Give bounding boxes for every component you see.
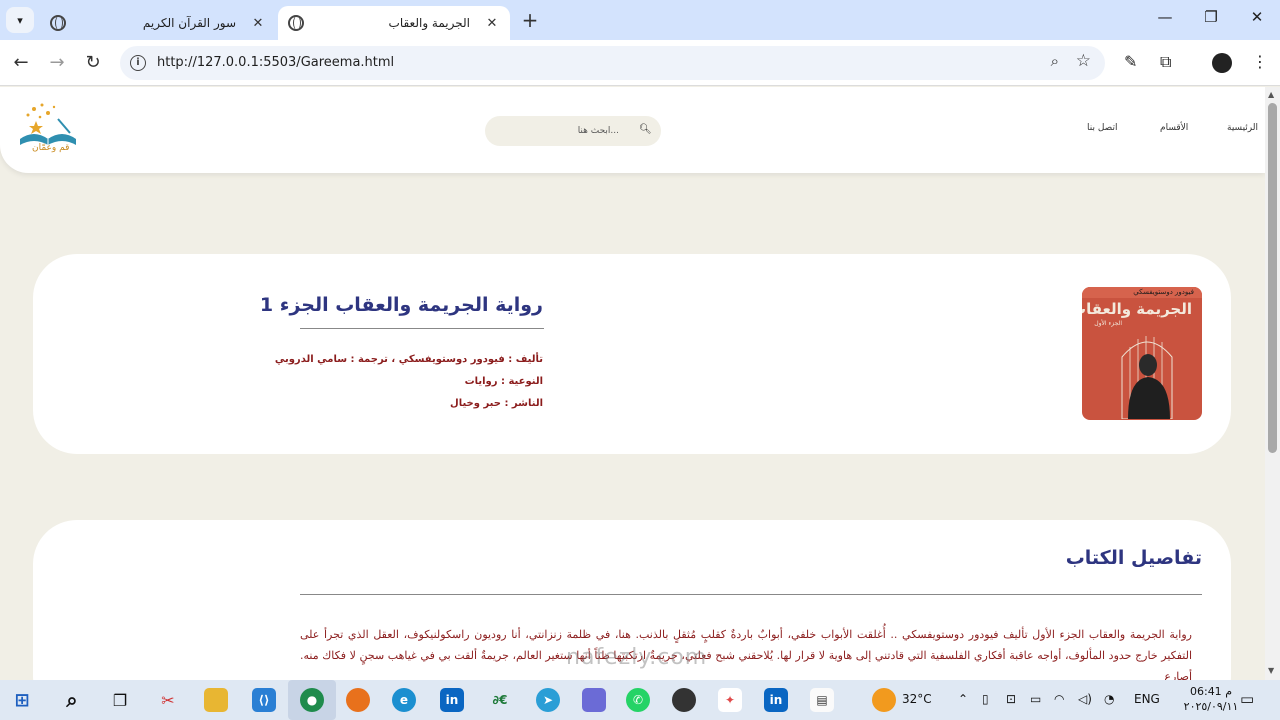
close-icon[interactable]: ✕ bbox=[250, 16, 266, 31]
reload-button[interactable]: ↻ bbox=[80, 50, 106, 76]
logo-text: قم وعمّان bbox=[32, 143, 70, 153]
details-divider bbox=[300, 594, 1202, 595]
tab-strip: ▾ سور القرآن الكريم ✕ الجريمة والعقاب ✕ … bbox=[0, 0, 1280, 40]
globe-icon bbox=[50, 15, 66, 31]
tab-quran[interactable]: سور القرآن الكريم ✕ bbox=[40, 6, 276, 40]
details-heading: تفاصيل الكتاب bbox=[1065, 547, 1202, 569]
linkedin-icon[interactable]: in bbox=[440, 688, 464, 712]
tab-title: سور القرآن الكريم bbox=[142, 16, 236, 30]
book-publisher-line: الناشر : حبر وخيال bbox=[450, 398, 543, 409]
profile-avatar[interactable] bbox=[1212, 53, 1232, 73]
back-button[interactable]: ← bbox=[8, 50, 34, 76]
windows-start-icon[interactable]: ⊞ bbox=[10, 688, 34, 712]
nav-sections-link[interactable]: الأقسام bbox=[1160, 123, 1188, 133]
weather-temp[interactable]: 32°C bbox=[902, 692, 932, 706]
telegram-icon[interactable]: ➤ bbox=[536, 688, 560, 712]
chrome-icon[interactable]: ● bbox=[300, 688, 324, 712]
tab-search-button[interactable]: ▾ bbox=[6, 7, 34, 33]
site-search: 🔍︎ bbox=[485, 116, 661, 146]
chevron-down-icon: ▾ bbox=[17, 13, 23, 27]
book-cover-image: فيودور دوستويفسكي الجريمة والعقاب الجزء … bbox=[1082, 287, 1202, 420]
address-bar[interactable]: i http://127.0.0.1:5503/Gareema.html ⌕ ☆ bbox=[120, 46, 1105, 80]
book-title: رواية الجريمة والعقاب الجزء 1 bbox=[259, 294, 543, 316]
network-icon[interactable]: ⊡ bbox=[1006, 692, 1016, 706]
extensions-icon[interactable]: ⧉ bbox=[1160, 52, 1171, 72]
notifications-icon[interactable]: ▭ bbox=[1240, 690, 1254, 708]
cover-subtitle: الجزء الأول bbox=[1094, 320, 1122, 327]
edge-icon[interactable]: e bbox=[392, 688, 416, 712]
app-icon[interactable]: ✂ bbox=[156, 688, 180, 712]
zoom-icon[interactable]: ⌕ bbox=[1051, 52, 1059, 70]
scroll-up-icon[interactable]: ▲ bbox=[1268, 90, 1274, 99]
page-scrollbar[interactable]: ▲ ▼ bbox=[1265, 87, 1280, 680]
app-icon[interactable]: ✦ bbox=[718, 688, 742, 712]
scroll-down-icon[interactable]: ▼ bbox=[1268, 666, 1274, 675]
close-window-button[interactable]: ✕ bbox=[1234, 8, 1280, 26]
device-icon[interactable]: ▯ bbox=[982, 692, 989, 706]
search-icon[interactable]: ⌕ bbox=[60, 688, 84, 712]
whatsapp-icon[interactable]: ✆ bbox=[626, 688, 650, 712]
info-icon[interactable]: i bbox=[130, 55, 146, 71]
site-header: قم وعمّان 🔍︎ الرئيسية الأقسام اتصل بنا bbox=[0, 87, 1265, 173]
language-indicator[interactable]: ENG bbox=[1134, 692, 1160, 706]
clock-date: ٢٠٢٥/٠٩/١١ bbox=[1183, 700, 1239, 713]
tab-gareema[interactable]: الجريمة والعقاب ✕ bbox=[278, 6, 510, 40]
search-icon[interactable]: 🔍︎ bbox=[639, 124, 652, 135]
app-icon[interactable] bbox=[672, 688, 696, 712]
tab-title: الجريمة والعقاب bbox=[388, 16, 470, 30]
browser-toolbar: ← → ↻ i http://127.0.0.1:5503/Gareema.ht… bbox=[0, 40, 1280, 86]
bookmark-star-icon[interactable]: ☆ bbox=[1076, 51, 1091, 71]
minimize-button[interactable]: — bbox=[1142, 8, 1188, 26]
app-icon[interactable]: ∂€ bbox=[488, 688, 512, 712]
show-hidden-icons-icon[interactable]: ⌃ bbox=[958, 692, 968, 706]
task-view-icon[interactable]: ❐ bbox=[108, 688, 132, 712]
vscode-icon[interactable]: ⟨⟩ bbox=[252, 688, 276, 712]
forward-button[interactable]: → bbox=[44, 50, 70, 76]
new-tab-button[interactable]: + bbox=[518, 10, 542, 32]
watermark-text: nafezly.com bbox=[566, 645, 708, 670]
restore-button[interactable]: ❐ bbox=[1188, 8, 1234, 26]
windows-taskbar: ⊞ ⌕ ❐ ✂ ⟨⟩ ● e in ∂€ ➤ ✆ ✦ in ▤ 32°C ⌃ ▯… bbox=[0, 680, 1280, 720]
close-icon[interactable]: ✕ bbox=[484, 16, 500, 31]
cover-title: الجريمة والعقاب bbox=[1082, 300, 1192, 318]
linkedin-icon[interactable]: in bbox=[764, 688, 788, 712]
nav-contact-link[interactable]: اتصل بنا bbox=[1087, 123, 1117, 133]
page-viewport: قم وعمّان 🔍︎ الرئيسية الأقسام اتصل بنا ف… bbox=[0, 87, 1265, 680]
nav-home-link[interactable]: الرئيسية bbox=[1227, 123, 1258, 133]
book-author-line: تأليف : فيودور دوستويفسكي ، ترجمة : سامي… bbox=[274, 354, 543, 365]
file-explorer-icon[interactable] bbox=[204, 688, 228, 712]
url-text[interactable]: http://127.0.0.1:5503/Gareema.html bbox=[157, 55, 394, 70]
clock-time: 06:41 م bbox=[1189, 685, 1232, 698]
menu-dots-icon[interactable]: ⋮ bbox=[1252, 52, 1268, 71]
pen-icon[interactable]: ✎ bbox=[1124, 52, 1137, 71]
app-tray-icon[interactable]: ◔ bbox=[1104, 692, 1114, 706]
battery-icon[interactable]: ▭ bbox=[1030, 692, 1041, 706]
scrollbar-thumb[interactable] bbox=[1268, 103, 1277, 453]
book-info-card: فيودور دوستويفسكي الجريمة والعقاب الجزء … bbox=[33, 254, 1231, 454]
details-paragraph: رواية الجريمة والعقاب الجزء الأول تأليف … bbox=[300, 628, 1192, 680]
volume-icon[interactable]: ◁) bbox=[1078, 692, 1092, 706]
firefox-icon[interactable] bbox=[346, 688, 370, 712]
weather-sun-icon[interactable] bbox=[872, 688, 896, 712]
app-icon[interactable] bbox=[582, 688, 606, 712]
cover-figure-illustration bbox=[1121, 336, 1173, 419]
globe-icon bbox=[288, 15, 304, 31]
document-icon[interactable]: ▤ bbox=[810, 688, 834, 712]
book-genre-line: النوعية : روايات bbox=[464, 376, 543, 387]
title-divider bbox=[300, 328, 544, 329]
search-input[interactable] bbox=[499, 123, 619, 139]
wifi-icon[interactable]: ◠ bbox=[1054, 692, 1064, 706]
clock[interactable]: 06:41 م ٢٠٢٥/٠٩/١١ bbox=[1180, 684, 1242, 714]
cover-author: فيودور دوستويفسكي bbox=[1133, 288, 1194, 296]
